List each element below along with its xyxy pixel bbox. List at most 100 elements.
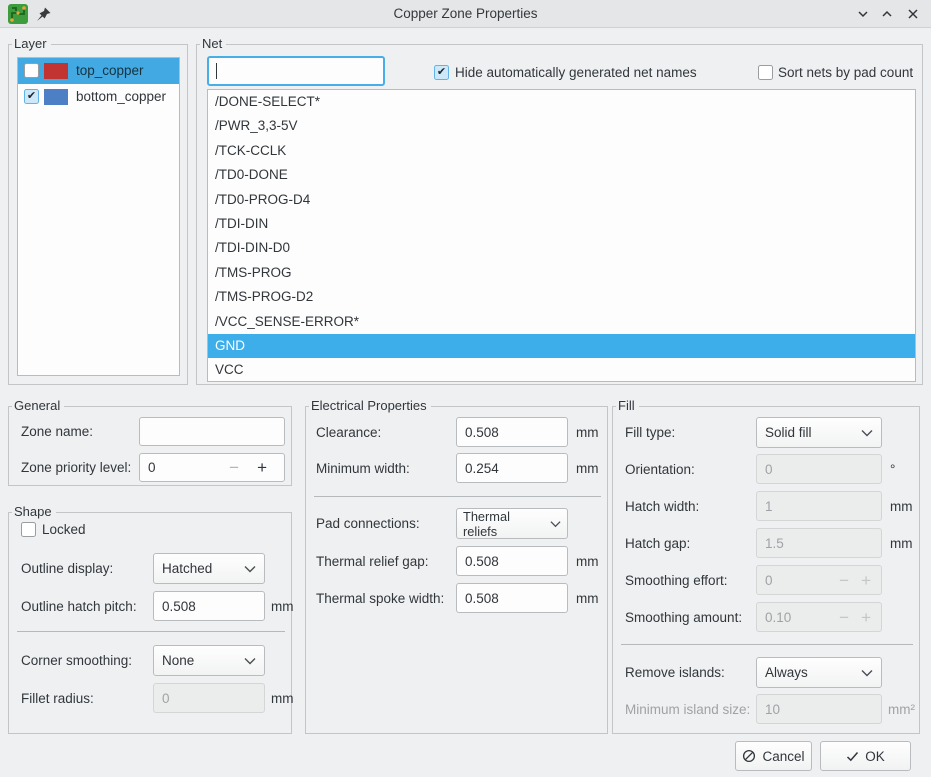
chevron-down-icon [861, 669, 873, 677]
thermal-relief-gap-unit: mm [576, 554, 599, 569]
separator [314, 496, 601, 497]
ok-button[interactable]: OK [820, 741, 911, 771]
smoothing-amount-value: 0.10 [765, 610, 833, 625]
decrement-button[interactable]: − [220, 459, 248, 476]
fillet-radius-label: Fillet radius: [21, 691, 94, 706]
thermal-relief-gap-input[interactable] [456, 546, 568, 576]
minimum-width-label: Minimum width: [316, 461, 410, 476]
sort-by-pad-count-checkbox[interactable] [758, 65, 773, 80]
zone-priority-label: Zone priority level: [21, 460, 131, 475]
increment-button[interactable]: + [248, 459, 276, 476]
pad-connections-value: Thermal reliefs [463, 509, 546, 539]
pad-connections-label: Pad connections: [316, 516, 420, 531]
smoothing-effort-label: Smoothing effort: [625, 573, 728, 588]
net-list-item[interactable]: VCC [208, 358, 915, 382]
copper-zone-properties-dialog: Copper Zone Properties Layer top_copper … [0, 0, 931, 777]
zone-name-input[interactable] [139, 417, 285, 446]
net-list-item[interactable]: /TD0-DONE [208, 163, 915, 187]
hide-auto-nets-checkbox[interactable] [434, 65, 449, 80]
net-list-item[interactable]: /DONE-SELECT* [208, 90, 915, 114]
clearance-unit: mm [576, 425, 599, 440]
fillet-radius-unit: mm [271, 691, 294, 706]
decrement-button: − [833, 609, 855, 626]
net-list-item-selected[interactable]: GND [208, 334, 915, 358]
hatch-gap-unit: mm [890, 536, 913, 551]
shape-group: Shape Locked Outline display: Hatched Ou… [8, 512, 292, 734]
net-list-item[interactable]: /PWR_3,3-5V [208, 114, 915, 138]
net-list-item[interactable]: /TD0-PROG-D4 [208, 188, 915, 212]
ok-check-icon [846, 751, 859, 762]
net-list-item[interactable]: /TDI-DIN-D0 [208, 236, 915, 260]
corner-smoothing-value: None [162, 653, 240, 668]
net-list-item[interactable]: /TMS-PROG-D2 [208, 285, 915, 309]
layer-row-bottom-copper[interactable]: bottom_copper [18, 84, 179, 110]
remove-islands-value: Always [765, 665, 857, 680]
maximize-icon[interactable] [879, 6, 895, 22]
net-filter-input[interactable] [207, 56, 385, 86]
net-list-item[interactable]: /TDI-DIN [208, 212, 915, 236]
minimum-island-size-label: Minimum island size: [625, 702, 750, 717]
clearance-label: Clearance: [316, 425, 381, 440]
close-icon[interactable] [905, 6, 921, 22]
layer-color-swatch[interactable] [44, 63, 68, 79]
minimize-icon[interactable] [855, 6, 871, 22]
increment-button: + [855, 609, 873, 626]
locked-checkbox[interactable] [21, 522, 36, 537]
layer-checkbox[interactable] [24, 89, 39, 104]
chevron-down-icon [550, 520, 561, 528]
cancel-button[interactable]: Cancel [735, 741, 812, 771]
text-caret [216, 63, 217, 79]
orientation-unit: ° [890, 462, 895, 477]
shape-group-legend: Shape [12, 504, 56, 520]
layer-color-swatch[interactable] [44, 89, 68, 105]
remove-islands-label: Remove islands: [625, 665, 725, 680]
cancel-icon [742, 749, 756, 763]
clearance-input[interactable] [456, 417, 568, 447]
layer-checkbox[interactable] [24, 63, 39, 78]
minimum-island-size-input [756, 694, 882, 724]
outline-display-label: Outline display: [21, 561, 113, 576]
outline-hatch-pitch-unit: mm [271, 599, 294, 614]
net-group: Net Hide automatically generated net nam… [196, 44, 923, 385]
layer-group: Layer top_copper bottom_copper [8, 44, 188, 385]
cancel-button-label: Cancel [762, 749, 804, 764]
outline-hatch-pitch-input[interactable] [153, 591, 265, 621]
hatch-gap-label: Hatch gap: [625, 536, 690, 551]
hide-auto-nets-label: Hide automatically generated net names [455, 65, 697, 80]
titlebar: Copper Zone Properties [0, 0, 931, 28]
net-list-item[interactable]: /TMS-PROG [208, 261, 915, 285]
layer-name: bottom_copper [76, 89, 166, 104]
ok-button-label: OK [865, 749, 885, 764]
zone-priority-value: 0 [148, 460, 220, 475]
net-list-item[interactable]: /TCK-CCLK [208, 139, 915, 163]
outline-display-select[interactable]: Hatched [153, 553, 265, 584]
smoothing-amount-label: Smoothing amount: [625, 610, 742, 625]
outline-hatch-pitch-label: Outline hatch pitch: [21, 599, 137, 614]
increment-button: + [855, 572, 873, 589]
smoothing-amount-stepper: 0.10 − + [756, 602, 882, 632]
layer-row-top-copper[interactable]: top_copper [18, 58, 179, 84]
fill-type-value: Solid fill [765, 425, 857, 440]
hatch-width-input [756, 491, 882, 521]
smoothing-effort-stepper: 0 − + [756, 565, 882, 595]
window-title: Copper Zone Properties [0, 6, 931, 21]
pad-connections-select[interactable]: Thermal reliefs [456, 508, 568, 539]
fill-group-legend: Fill [616, 398, 639, 414]
zone-name-label: Zone name: [21, 424, 93, 439]
layer-group-legend: Layer [12, 36, 51, 52]
locked-label: Locked [42, 522, 86, 537]
thermal-spoke-width-input[interactable] [456, 583, 568, 613]
corner-smoothing-label: Corner smoothing: [21, 653, 132, 668]
hatch-width-unit: mm [890, 499, 913, 514]
zone-priority-stepper[interactable]: 0 − + [139, 453, 285, 482]
fill-type-select[interactable]: Solid fill [756, 417, 882, 448]
chevron-down-icon [244, 657, 256, 665]
corner-smoothing-select[interactable]: None [153, 645, 265, 676]
thermal-relief-gap-label: Thermal relief gap: [316, 554, 429, 569]
smoothing-effort-value: 0 [765, 573, 833, 588]
minimum-width-input[interactable] [456, 453, 568, 483]
net-group-legend: Net [200, 36, 226, 52]
remove-islands-select[interactable]: Always [756, 657, 882, 688]
net-list-item[interactable]: /VCC_SENSE-ERROR* [208, 310, 915, 334]
fillet-radius-input [153, 683, 265, 713]
